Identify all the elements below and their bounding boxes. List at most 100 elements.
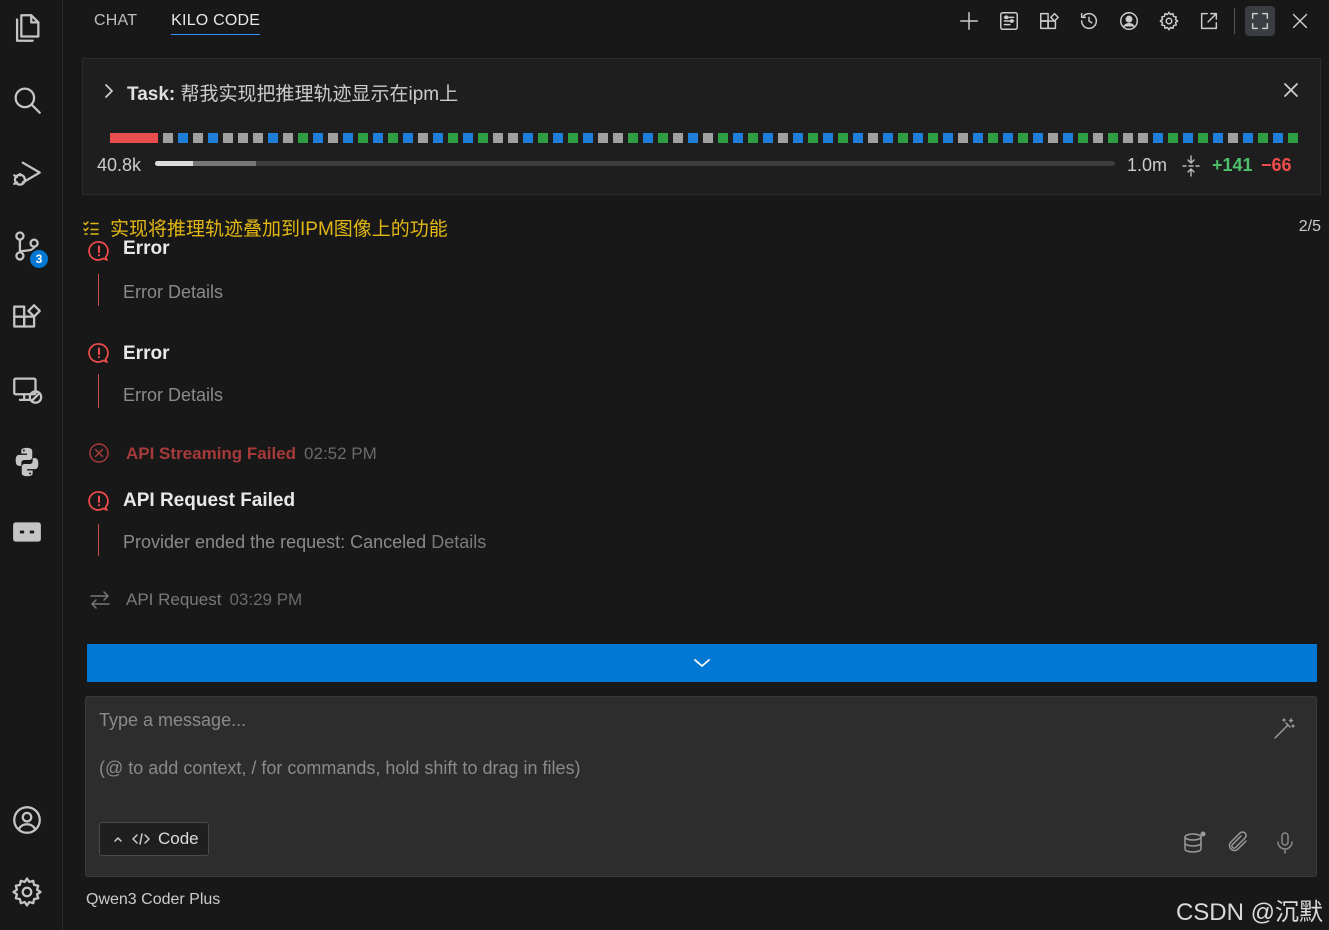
timeline-block[interactable] — [1003, 133, 1013, 143]
python-icon[interactable] — [6, 442, 48, 482]
timeline-block[interactable] — [763, 133, 773, 143]
timeline-block[interactable] — [463, 133, 473, 143]
settings-icon[interactable] — [1154, 6, 1184, 36]
search-icon[interactable] — [6, 80, 48, 120]
timeline-block[interactable] — [868, 133, 878, 143]
remote-explorer-icon[interactable] — [6, 370, 48, 410]
timeline-block[interactable] — [793, 133, 803, 143]
timeline-block[interactable] — [433, 133, 443, 143]
timeline-block[interactable] — [748, 133, 758, 143]
timeline-block[interactable] — [628, 133, 638, 143]
timeline-block[interactable] — [1123, 133, 1133, 143]
timeline-block[interactable] — [943, 133, 953, 143]
timeline-block[interactable] — [1138, 133, 1148, 143]
timeline-block[interactable] — [1108, 133, 1118, 143]
timeline-block[interactable] — [1063, 133, 1073, 143]
timeline-block[interactable] — [163, 133, 173, 143]
timeline-block[interactable] — [838, 133, 848, 143]
timeline-block[interactable] — [583, 133, 593, 143]
history-icon[interactable] — [1074, 6, 1104, 36]
timeline-block[interactable] — [268, 133, 278, 143]
timeline-block[interactable] — [1228, 133, 1238, 143]
timeline-block[interactable] — [883, 133, 893, 143]
timeline-block[interactable] — [1033, 133, 1043, 143]
timeline-block[interactable] — [808, 133, 818, 143]
timeline-block[interactable] — [178, 133, 188, 143]
timeline-block[interactable] — [658, 133, 668, 143]
timeline-block[interactable] — [238, 133, 248, 143]
timeline-block[interactable] — [643, 133, 653, 143]
account-icon[interactable] — [6, 800, 48, 840]
timeline-block[interactable] — [418, 133, 428, 143]
condense-context-icon[interactable] — [1181, 155, 1201, 177]
chat-input[interactable]: Type a message... (@ to add context, / f… — [85, 696, 1317, 877]
timeline-block[interactable] — [110, 133, 158, 143]
timeline-block[interactable] — [733, 133, 743, 143]
manage-gear-icon[interactable] — [6, 872, 48, 912]
codebase-index-icon[interactable] — [1182, 830, 1208, 856]
paperclip-icon[interactable] — [1226, 830, 1252, 856]
timeline-block[interactable] — [1213, 133, 1223, 143]
timeline-block[interactable] — [1153, 133, 1163, 143]
timeline-block[interactable] — [313, 133, 323, 143]
timeline-block[interactable] — [958, 133, 968, 143]
tab-chat[interactable]: CHAT — [94, 12, 137, 35]
mcp-icon[interactable] — [1034, 6, 1064, 36]
details-link[interactable]: Details — [431, 532, 486, 552]
task-title[interactable]: Task: 帮我实现把推理轨迹显示在ipm上 — [127, 79, 458, 106]
timeline-block[interactable] — [448, 133, 458, 143]
timeline-block[interactable] — [823, 133, 833, 143]
timeline-block[interactable] — [1168, 133, 1178, 143]
close-icon[interactable] — [1285, 6, 1315, 36]
timeline-block[interactable] — [298, 133, 308, 143]
chevron-right-icon[interactable] — [101, 81, 117, 101]
api-request-row[interactable]: API Request 03:29 PM — [88, 589, 688, 615]
timeline-block[interactable] — [223, 133, 233, 143]
timeline-block[interactable] — [508, 133, 518, 143]
timeline-block[interactable] — [193, 133, 203, 143]
timeline-block[interactable] — [253, 133, 263, 143]
prompts-icon[interactable] — [994, 6, 1024, 36]
open-in-editor-icon[interactable] — [1194, 6, 1224, 36]
timeline-block[interactable] — [598, 133, 608, 143]
timeline-block[interactable] — [778, 133, 788, 143]
timeline-block[interactable] — [1078, 133, 1088, 143]
timeline-block[interactable] — [913, 133, 923, 143]
todo-current[interactable]: 实现将推理轨迹叠加到IPM图像上的功能 — [82, 214, 448, 241]
timeline-block[interactable] — [208, 133, 218, 143]
run-debug-icon[interactable] — [6, 154, 48, 194]
timeline-block[interactable] — [988, 133, 998, 143]
timeline-block[interactable] — [283, 133, 293, 143]
close-task-icon[interactable] — [1280, 79, 1302, 101]
timeline-block[interactable] — [928, 133, 938, 143]
timeline-block[interactable] — [343, 133, 353, 143]
model-name[interactable]: Qwen3 Coder Plus — [86, 891, 220, 909]
error-details[interactable]: Error Details — [123, 385, 223, 406]
microphone-icon[interactable] — [1273, 830, 1299, 856]
timeline-block[interactable] — [718, 133, 728, 143]
plus-icon[interactable] — [954, 6, 984, 36]
timeline-block[interactable] — [493, 133, 503, 143]
timeline-block[interactable] — [1183, 133, 1193, 143]
timeline-block[interactable] — [553, 133, 563, 143]
timeline-block[interactable] — [1018, 133, 1028, 143]
extensions-icon[interactable] — [6, 298, 48, 338]
timeline-block[interactable] — [358, 133, 368, 143]
mode-selector-button[interactable]: Code — [99, 822, 209, 856]
timeline-block[interactable] — [688, 133, 698, 143]
timeline-block[interactable] — [523, 133, 533, 143]
error-details[interactable]: Error Details — [123, 282, 223, 303]
timeline-block[interactable] — [478, 133, 488, 143]
tab-kilo-code[interactable]: KILO CODE — [171, 12, 261, 35]
timeline-block[interactable] — [973, 133, 983, 143]
timeline-block[interactable] — [853, 133, 863, 143]
explorer-icon[interactable] — [6, 8, 48, 48]
timeline-block[interactable] — [1048, 133, 1058, 143]
timeline-block[interactable] — [613, 133, 623, 143]
timeline-block[interactable] — [703, 133, 713, 143]
timeline-block[interactable] — [1243, 133, 1253, 143]
timeline-block[interactable] — [1093, 133, 1103, 143]
timeline-block[interactable] — [538, 133, 548, 143]
fullscreen-icon[interactable] — [1245, 6, 1275, 36]
timeline-block[interactable] — [373, 133, 383, 143]
